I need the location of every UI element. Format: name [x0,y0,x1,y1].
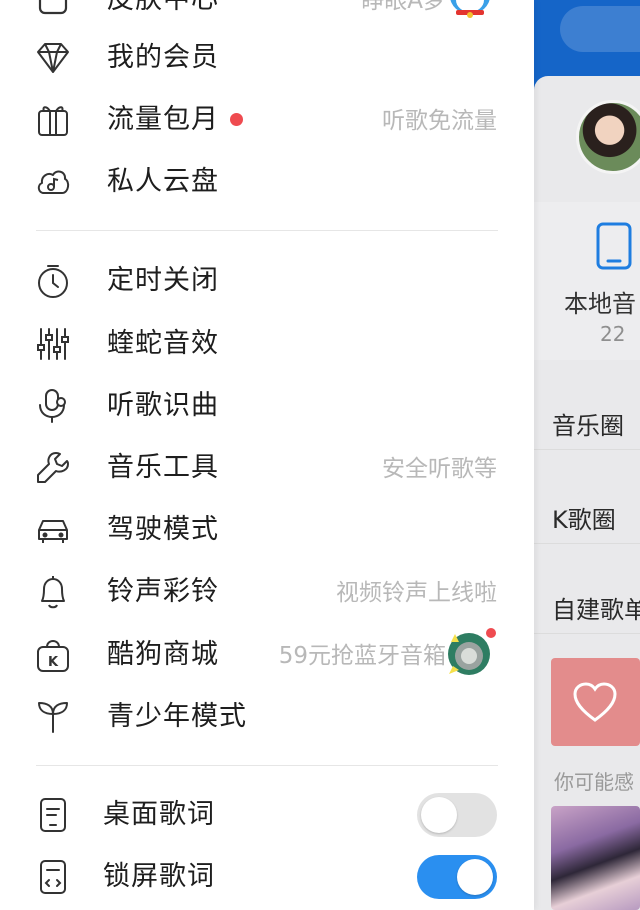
menu-item-membership[interactable]: 我的会员 [0,27,534,89]
menu-item-label: 酷狗商城 [107,639,219,670]
shopping-bag-icon: K [34,636,72,674]
menu-item-lockscreen-lyrics[interactable]: 锁屏歌词 [0,846,534,908]
equalizer-icon [34,325,72,363]
menu-item-label: 铃声彩铃 [107,576,219,607]
album-cover-image[interactable] [551,806,640,910]
menu-item-viper-sound[interactable]: 蝰蛇音效 [0,313,534,375]
recommend-heading: 你可能感 [554,770,634,794]
menu-item-label: 定时关闭 [107,265,219,296]
local-music-count: 22 [600,322,626,346]
desktop-lyrics-icon [34,796,72,834]
desktop-lyrics-toggle[interactable] [417,793,497,837]
menu-item-label: 音乐工具 [107,452,219,483]
phone-icon [596,222,632,270]
section-divider [36,765,498,766]
menu-item-hint: 59元抢蓝牙音箱 [278,643,446,669]
local-music-label: 本地音 [564,290,636,318]
gift-icon [34,101,72,139]
skin-icon [34,0,72,19]
notification-dot [484,626,498,640]
diamond-icon [34,39,72,77]
menu-item-song-recognition[interactable]: 听歌识曲 [0,375,534,437]
menu-item-music-tools[interactable]: 音乐工具 安全听歌等 [0,437,534,499]
svg-text:K: K [48,655,59,670]
favorites-tile[interactable] [551,658,640,746]
menu-item-sleep-timer[interactable]: 定时关闭 [0,250,534,312]
sprout-icon [34,698,72,736]
notification-dot [230,113,243,126]
menu-item-data-plan[interactable]: 流量包月 听歌免流量 [0,89,534,151]
section-divider [36,230,498,231]
menu-item-cloud-drive[interactable]: 私人云盘 [0,151,534,213]
heart-icon [573,682,617,722]
toggle-knob [457,859,493,895]
cloud-music-icon [34,163,72,201]
menu-item-label: 桌面歌词 [103,799,215,830]
menu-item-label: 我的会员 [107,42,219,73]
side-drawer: 皮肤中心 睁眼A梦 我的会员 流量包月 听歌免流量 私人云盘 定时关 [0,0,534,910]
menu-item-ringtones[interactable]: 铃声彩铃 视频铃声上线啦 [0,561,534,623]
menu-item-driving-mode[interactable]: 驾驶模式 [0,499,534,561]
main-page-background: 本地音 22 音乐圈 K歌圈 自建歌单 你可能感 [534,0,640,910]
menu-item-teen-mode[interactable]: 青少年模式 [0,686,534,748]
list-item-custom-playlist[interactable]: 自建歌单 [534,574,640,634]
menu-item-label: 流量包月 [107,104,219,135]
lockscreen-lyrics-toggle[interactable] [417,855,497,899]
doraemon-mascot-icon [450,0,490,18]
menu-item-hint: 安全听歌等 [382,456,497,482]
list-item-label: K歌圈 [552,506,616,534]
menu-item-hint: 听歌免流量 [382,108,497,134]
menu-item-hint: 视频铃声上线啦 [336,580,497,606]
timer-icon [34,262,72,300]
avatar[interactable] [576,100,640,174]
list-item-label: 自建歌单 [552,596,640,624]
menu-item-label: 蝰蛇音效 [107,328,219,359]
list-item-music-circle[interactable]: 音乐圈 [534,390,640,450]
menu-item-label: 听歌识曲 [107,390,219,421]
menu-item-hint: 睁眼A梦 [361,0,446,14]
menu-item-label: 皮肤中心 [107,0,219,19]
toggle-knob [421,797,457,833]
song-recognition-icon [34,387,72,425]
search-bar[interactable] [560,6,640,52]
car-icon [34,511,72,549]
wrench-icon [34,449,72,487]
menu-item-label: 锁屏歌词 [103,861,215,892]
lockscreen-lyrics-icon [34,858,72,896]
menu-item-label: 青少年模式 [107,701,247,732]
menu-item-label: 驾驶模式 [107,514,219,545]
bell-icon [34,573,72,611]
menu-item-label: 私人云盘 [107,166,219,197]
list-item-karaoke-circle[interactable]: K歌圈 [534,484,640,544]
menu-item-desktop-lyrics[interactable]: 桌面歌词 [0,784,534,846]
list-item-label: 音乐圈 [552,412,624,440]
